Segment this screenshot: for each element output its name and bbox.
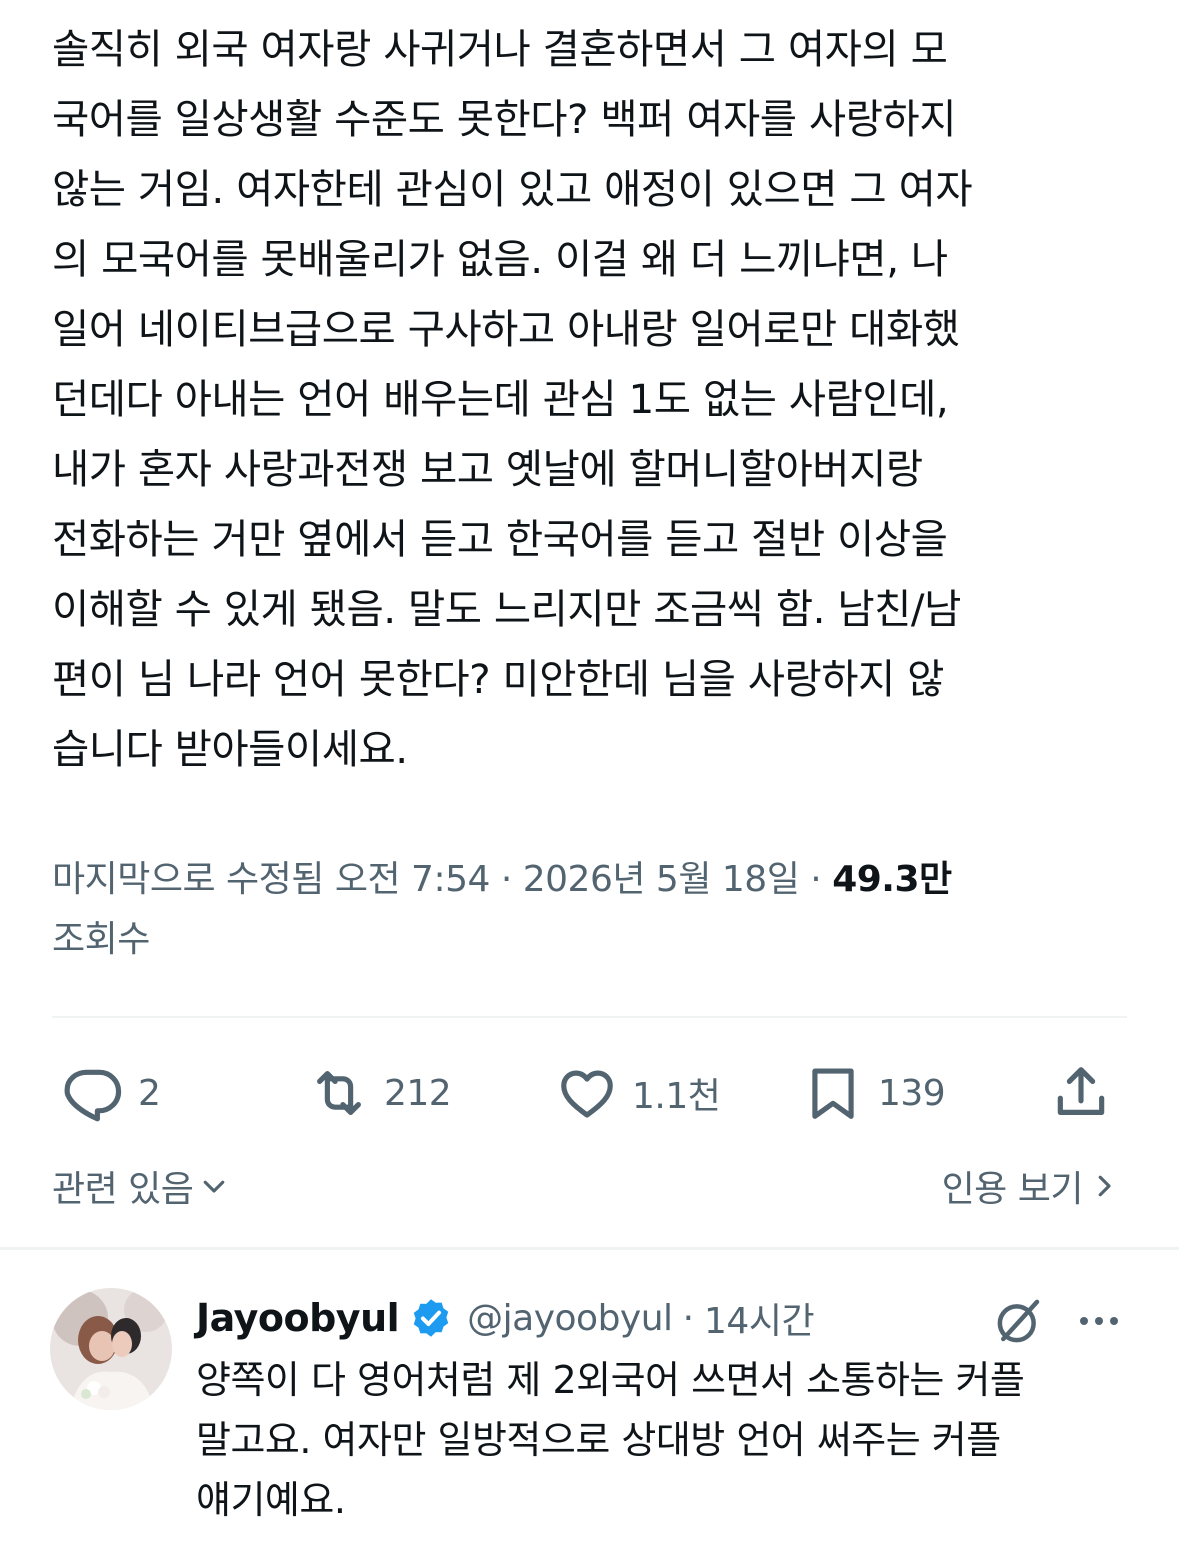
view-quotes-link[interactable]: 인용 보기 [942, 1158, 1119, 1214]
grok-icon[interactable] [992, 1294, 1046, 1348]
tweet-time[interactable]: 오전 7:54 [335, 859, 491, 900]
chevron-down-icon [204, 1180, 225, 1193]
quotes-label: 인용 보기 [941, 1169, 1084, 1210]
reply-header: Jayoobyul @jayoobyul · 14시간 [196, 1288, 815, 1348]
reply-icon [64, 1069, 122, 1122]
avatar[interactable] [50, 1288, 172, 1410]
heart-icon [561, 1070, 613, 1118]
tweet-date[interactable]: 2026년 5월 18일 [523, 859, 800, 900]
tweet-text-line: 솔직히 외국 여자랑 사귀거나 결혼하면서 그 여자의 모 [52, 25, 948, 73]
tweet-text-line: 이해할 수 있게 됐음. 말도 느리지만 조금씩 함. 남친/남 [52, 585, 961, 633]
chevron-right-icon [1098, 1175, 1111, 1197]
reply-tweet[interactable]: Jayoobyul @jayoobyul · 14시간 양쪽이 다 영어처럼 제… [0, 1280, 1179, 1542]
retweet-count: 212 [384, 1072, 452, 1114]
reply-separator: · [682, 1297, 695, 1339]
tweet-text-line: 의 모국어를 못배울리가 없음. 이걸 왜 더 느끼냐면, 나 [52, 235, 948, 283]
reply-text-line: 양쪽이 다 영어처럼 제 2외국어 쓰면서 소통하는 커플 [196, 1358, 1025, 1402]
reply-button[interactable]: 2 [62, 1058, 161, 1128]
reply-text-line: 말고요. 여자만 일방적으로 상대방 언어 써주는 커플 [196, 1418, 1001, 1462]
share-icon [1057, 1067, 1105, 1115]
tweet-text-line: 습니다 받아들이세요. [52, 725, 408, 773]
like-count: 1.1천 [632, 1076, 721, 1117]
reply-time[interactable]: 14시간 [704, 1292, 815, 1344]
related-toggle[interactable]: 관련 있음 [52, 1158, 229, 1214]
reply-author-name[interactable]: Jayoobyul [196, 1296, 400, 1340]
retweet-icon [317, 1071, 361, 1115]
reply-text: 양쪽이 다 영어처럼 제 2외국어 쓰면서 소통하는 커플 말고요. 여자만 일… [196, 1350, 1156, 1530]
tweet-text-line: 않는 거임. 여자한테 관심이 있고 애정이 있으면 그 여자 [52, 165, 973, 213]
views-count[interactable]: 49.3만 [832, 859, 952, 900]
views-label[interactable]: 조회수 [52, 919, 150, 960]
action-bar: 2 212 1.1천 139 [0, 1058, 1179, 1128]
meta-separator: · [500, 859, 512, 900]
more-icon[interactable] [1076, 1304, 1122, 1338]
meta-separator: · [810, 859, 822, 900]
bookmark-count: 139 [878, 1072, 946, 1114]
tweet-text: 솔직히 외국 여자랑 사귀거나 결혼하면서 그 여자의 모 국어를 일상생활 수… [52, 14, 1132, 784]
edited-label[interactable]: 마지막으로 수정됨 [52, 859, 324, 900]
reply-author-handle[interactable]: @jayoobyul [467, 1298, 673, 1339]
tweet-text-line: 내가 혼자 사랑과전쟁 보고 옛날에 할머니할아버지랑 [52, 445, 923, 493]
tweet-text-line: 전화하는 거만 옆에서 듣고 한국어를 듣고 절반 이상을 [52, 515, 948, 563]
reply-text-line: 얘기예요. [196, 1478, 346, 1522]
retweet-button[interactable]: 212 [308, 1058, 452, 1128]
bookmark-button[interactable]: 139 [802, 1058, 946, 1128]
tweet-text-line: 던데다 아내는 언어 배우는데 관심 1도 없는 사람인데, [52, 375, 949, 423]
related-label: 관련 있음 [52, 1169, 194, 1210]
share-button[interactable] [1050, 1058, 1112, 1128]
like-button[interactable]: 1.1천 [556, 1058, 721, 1128]
divider [0, 1247, 1179, 1250]
tweet-text-line: 일어 네이티브급으로 구사하고 아내랑 일어로만 대화했 [52, 305, 960, 353]
reply-count: 2 [138, 1072, 161, 1114]
avatar-image [50, 1288, 172, 1410]
verified-badge-icon [413, 1299, 449, 1337]
tweet-metadata: 마지막으로 수정됨 오전 7:54 · 2026년 5월 18일 · 49.3만… [52, 850, 1132, 970]
bookmark-icon [812, 1068, 854, 1119]
tweet-text-line: 편이 님 나라 언어 못한다? 미안한데 님을 사랑하지 않 [52, 655, 944, 703]
divider [52, 1016, 1127, 1018]
tweet-text-line: 국어를 일상생활 수준도 못한다? 백퍼 여자를 사랑하지 [52, 95, 956, 143]
